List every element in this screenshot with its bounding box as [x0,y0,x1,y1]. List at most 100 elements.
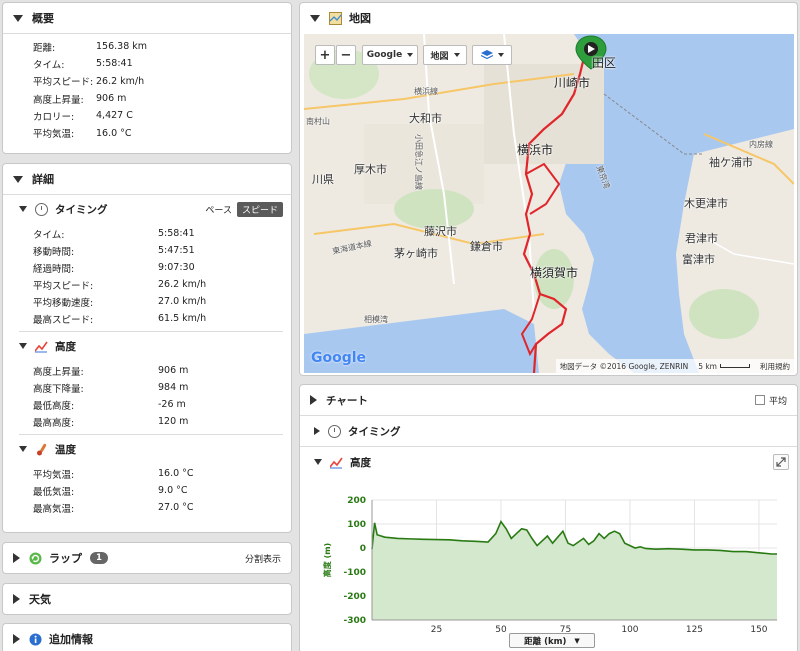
map-terms-link[interactable]: 利用規約 [760,361,790,372]
timing-header[interactable]: タイミング ペース スピード [3,195,291,223]
expand-triangle-icon [314,427,320,435]
map-layers-dropdown[interactable] [472,45,512,65]
map-label: 藤沢市 [424,225,457,238]
stat-row: 最高気温: 27.0 °C [33,499,291,516]
stat-row: 高度下降量: 984 m [33,379,291,396]
temperature-stats: 平均気温: 16.0 °C 最低気温: 9.0 °C 最高気温: 27.0 °C [3,463,291,520]
map-header[interactable]: 地図 [300,3,797,33]
laps-title: ラップ [49,552,82,565]
weather-panel[interactable]: 天気 [2,583,292,615]
map-scale: 5 km [698,362,750,371]
map-label: 厚木市 [354,163,387,176]
stat-row: 最高高度: 120 m [33,413,291,430]
chevron-down-icon [453,53,460,57]
stat-value: 26.2 km/h [158,279,207,290]
split-view-link[interactable]: 分割表示 [245,552,281,565]
stat-row: 平均気温: 16.0 °C [33,465,291,482]
summary-title: 概要 [32,12,54,25]
map-label: 川崎市 [554,76,591,90]
stat-value: 9.0 °C [158,485,188,496]
elevation-chart-title: 高度 [350,456,371,469]
y-tick-label: -100 [343,568,366,578]
stat-value: -26 m [158,399,186,410]
collapse-triangle-icon [314,459,322,465]
stat-value: 906 m [158,365,189,376]
map-title: 地図 [349,12,371,25]
stat-label: 最低気温: [33,486,75,498]
stat-row: 高度上昇量: 906 m [33,362,291,379]
map-canvas[interactable]: 田区 川崎市 横浜線 大和市 横浜市 厚木市 川県 藤沢市 茅ヶ崎市 鎌倉市 東… [304,34,794,373]
map-label: 田区 [592,56,617,70]
expand-chart-button[interactable] [773,454,789,470]
elevation-chart-header[interactable]: 高度 [300,447,797,477]
zoom-out-button[interactable]: − [336,45,356,65]
info-icon [29,633,42,646]
x-tick-label: 25 [431,625,442,635]
y-axis-label: 高度 (m) [322,543,332,577]
y-tick-label: -300 [343,616,366,626]
scale-bar [720,364,750,368]
chart-panel: チャート 平均 タイミング 高度 200 100 0 -100 -200 -300 25 50… [299,384,798,651]
map-label: 君津市 [685,232,718,245]
chart-header[interactable]: チャート 平均 [300,385,797,415]
pace-toggle-button[interactable]: ペース [200,202,237,217]
thermometer-icon [35,443,48,456]
stat-label: 距離: [33,42,56,54]
laps-header[interactable]: ラップ 1 分割表示 [3,543,291,573]
stat-label: 最高高度: [33,417,75,429]
speed-toggle-button[interactable]: スピード [236,201,283,217]
average-toggle[interactable]: 平均 [754,394,787,407]
elevation-header[interactable]: 高度 [3,332,291,360]
expand-triangle-icon [310,395,317,405]
x-tick-label: 125 [686,625,703,635]
clock-icon [35,202,48,216]
stat-value: 61.5 km/h [158,313,207,324]
map-label: 横浜市 [517,143,554,157]
stat-row: タイム: 5:58:41 [33,55,291,72]
stat-label: 平均気温: [33,469,75,481]
collapse-triangle-icon [19,206,27,212]
extra-info-panel[interactable]: 追加情報 [2,623,292,651]
stat-row: 平均スピード: 26.2 km/h [33,73,291,90]
stat-value: 984 m [158,382,189,393]
map-label: 大和市 [409,112,442,125]
stat-row: 平均移動速度: 27.0 km/h [33,293,291,310]
map-label: 内房線 [749,140,773,149]
laps-count-badge: 1 [90,552,108,564]
timing-chart-header[interactable]: タイミング [300,416,797,446]
chart-title: チャート [326,394,368,407]
map-provider-dropdown[interactable]: Google [362,45,418,65]
chevron-down-icon [497,53,504,57]
stat-value: 906 m [96,93,127,105]
zoom-in-button[interactable]: + [315,45,335,65]
x-axis-select[interactable]: 距離 (km) ▼ [509,633,595,648]
extra-info-header[interactable]: 追加情報 [3,624,291,651]
stat-label: 高度上昇量: [33,94,84,106]
map-icon [329,11,342,25]
collapse-triangle-icon [13,14,23,22]
details-title: 詳細 [32,173,54,186]
timing-stats: タイム: 5:58:41 移動時間: 5:47:51 経過時間: 9:07:30 平均スピー… [3,223,291,331]
weather-header[interactable]: 天気 [3,584,291,614]
temperature-header[interactable]: 温度 [3,435,291,463]
dropdown-arrow-icon: ▼ [574,636,580,645]
laps-panel[interactable]: ラップ 1 分割表示 [2,542,292,574]
elevation-chart[interactable]: 2001000-100-200-30025 50 75 100 125 150高度 (m) [300,495,798,651]
stat-value: 5:58:41 [158,228,195,239]
google-logo: Google [311,350,367,366]
stat-label: 最高気温: [33,503,75,515]
stat-label: 最低高度: [33,400,75,412]
map-label: 富津市 [682,253,715,266]
average-checkbox[interactable] [754,395,765,405]
map-type-dropdown[interactable]: 地図 [423,45,467,65]
pace-speed-toggle: ペース スピード [200,201,283,217]
stat-row: 平均スピード: 26.2 km/h [33,276,291,293]
summary-header[interactable]: 概要 [3,3,291,33]
stat-value: 26.2 km/h [96,75,145,87]
y-tick-label: -200 [343,592,366,602]
expand-triangle-icon [13,594,20,604]
y-tick-label: 100 [347,520,366,530]
stat-value: 27.0 °C [158,502,194,513]
details-header[interactable]: 詳細 [3,164,291,194]
stat-label: 経過時間: [33,263,75,275]
